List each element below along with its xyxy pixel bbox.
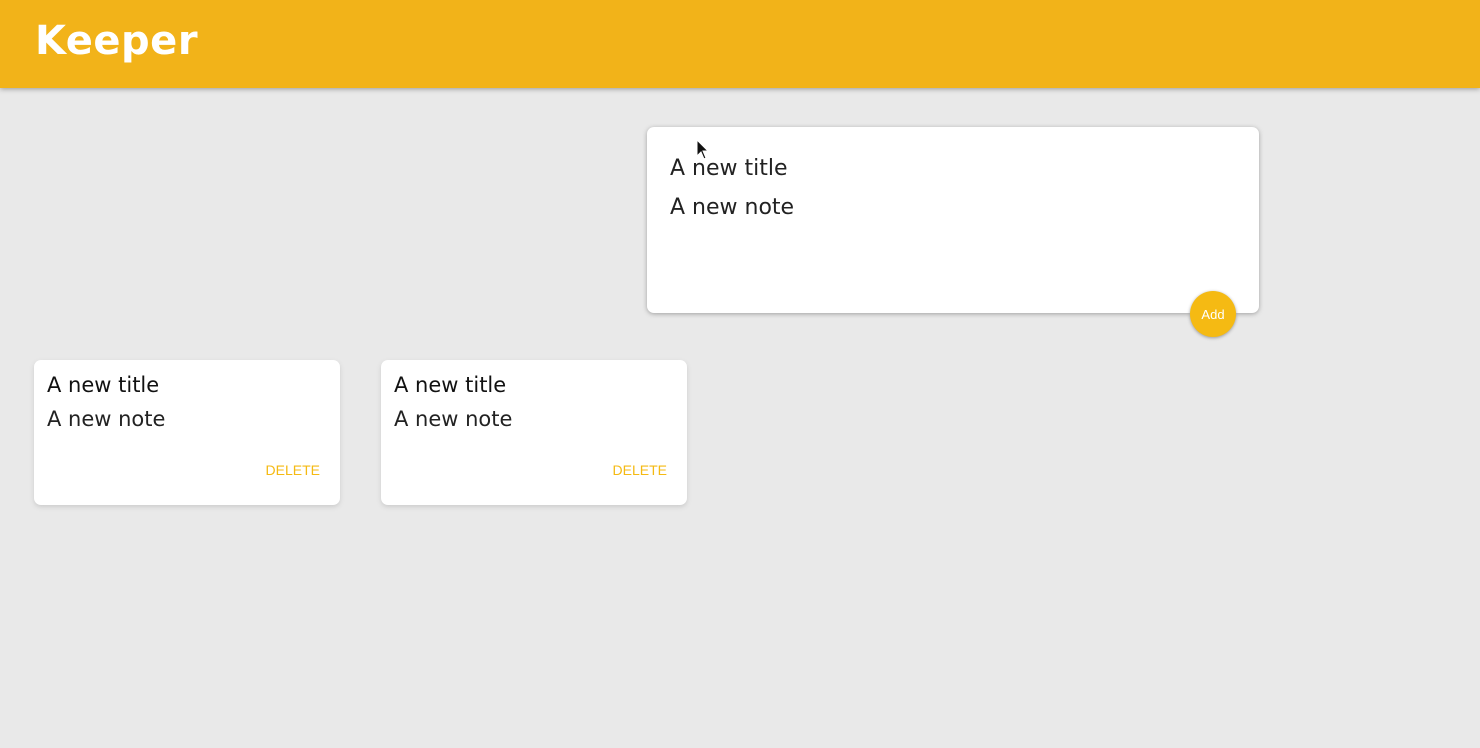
- note-content: A new note: [394, 407, 513, 431]
- note-card: A new title A new note DELETE: [381, 360, 687, 505]
- app-logo: Keeper: [35, 18, 199, 64]
- delete-note-button[interactable]: DELETE: [613, 462, 667, 478]
- note-content: A new note: [47, 407, 166, 431]
- app-header: Keeper: [0, 0, 1480, 88]
- note-content-input[interactable]: A new note: [670, 193, 1230, 263]
- add-note-button[interactable]: Add: [1190, 291, 1236, 337]
- delete-note-button[interactable]: DELETE: [266, 462, 320, 478]
- note-title: A new title: [47, 373, 160, 397]
- note-title: A new title: [394, 373, 507, 397]
- note-title-input[interactable]: [670, 152, 1230, 184]
- create-note-form: A new note: [647, 127, 1259, 313]
- mouse-pointer-icon: [696, 139, 710, 160]
- note-card: A new title A new note DELETE: [34, 360, 340, 505]
